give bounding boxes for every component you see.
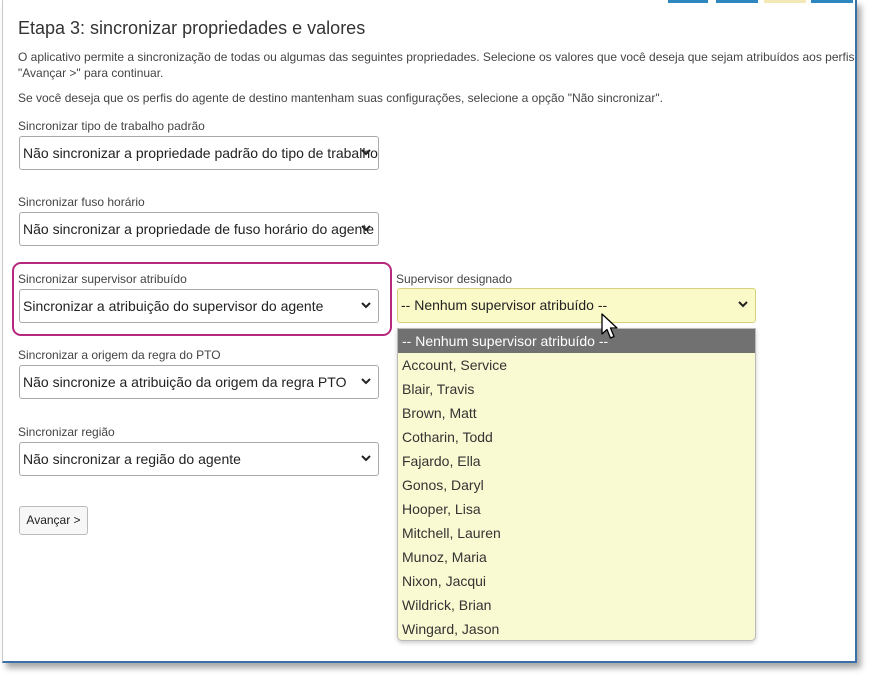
mouse-cursor-icon [601,313,618,339]
app-window: Etapa 3: sincronizar propriedades e valo… [2,0,857,663]
dropdown-option[interactable]: Nixon, Jacqui [398,569,755,593]
region-label: Sincronizar região [18,425,115,439]
dropdown-option[interactable]: Wingard, Jason [398,617,755,640]
dropdown-option[interactable]: Gonos, Daryl [398,473,755,497]
keep-settings-text: Se você deseja que os perfis do agente d… [18,91,663,105]
time-zone-label: Sincronizar fuso horário [18,195,145,209]
pto-label: Sincronizar a origem da regra do PTO [18,348,221,362]
time-zone-select-value: Não sincronizar a propriedade de fuso ho… [23,221,375,237]
chevron-down-icon [361,302,371,309]
chevron-down-icon [361,225,371,232]
top-tab-strip [668,0,708,3]
supervisor-dropdown-list[interactable]: -- Nenhum supervisor atribuído -- Accoun… [397,328,756,641]
chevron-down-icon [361,378,371,385]
supervisor-sync-select[interactable]: Sincronizar a atribuição do supervisor d… [19,289,379,323]
dropdown-option[interactable]: Hooper, Lisa [398,497,755,521]
region-select[interactable]: Não sincronizar a região do agente [19,442,379,476]
chevron-down-icon [738,301,748,308]
top-tab-strip [716,0,758,3]
chevron-down-icon [361,149,371,156]
dropdown-option[interactable]: Account, Service [398,353,755,377]
dropdown-option[interactable]: Fajardo, Ella [398,449,755,473]
next-button[interactable]: Avançar > [19,506,88,535]
chevron-down-icon [361,455,371,462]
designated-supervisor-select[interactable]: -- Nenhum supervisor atribuído -- [397,288,756,323]
dropdown-option[interactable]: Cotharin, Todd [398,425,755,449]
dropdown-option[interactable]: -- Nenhum supervisor atribuído -- [398,329,755,353]
top-tab-strip-active [764,0,806,3]
supervisor-sync-select-value: Sincronizar a atribuição do supervisor d… [23,298,324,314]
dropdown-option[interactable]: Blair, Travis [398,377,755,401]
pto-select[interactable]: Não sincronize a atribuição da origem da… [19,365,379,399]
designated-supervisor-select-value: -- Nenhum supervisor atribuído -- [401,297,608,313]
page-title: Etapa 3: sincronizar propriedades e valo… [18,18,366,38]
time-zone-select[interactable]: Não sincronizar a propriedade de fuso ho… [19,212,379,246]
work-type-label: Sincronizar tipo de trabalho padrão [18,119,205,133]
dropdown-option[interactable]: Munoz, Maria [398,545,755,569]
region-select-value: Não sincronizar a região do agente [23,451,241,467]
designated-supervisor-label: Supervisor designado [396,272,513,286]
dropdown-option[interactable]: Wildrick, Brian [398,593,755,617]
work-type-select-value: Não sincronizar a propriedade padrão do … [23,145,378,161]
supervisor-label: Sincronizar supervisor atribuído [18,272,187,286]
dropdown-option[interactable]: Brown, Matt [398,401,755,425]
pto-select-value: Não sincronize a atribuição da origem da… [23,374,347,390]
dropdown-option[interactable]: Mitchell, Lauren [398,521,755,545]
intro-text-continued: "Avançar >" para continuar. [18,66,164,80]
work-type-select[interactable]: Não sincronizar a propriedade padrão do … [19,136,379,170]
top-tab-strip [811,0,853,3]
intro-text: O aplicativo permite a sincronização de … [18,50,857,64]
